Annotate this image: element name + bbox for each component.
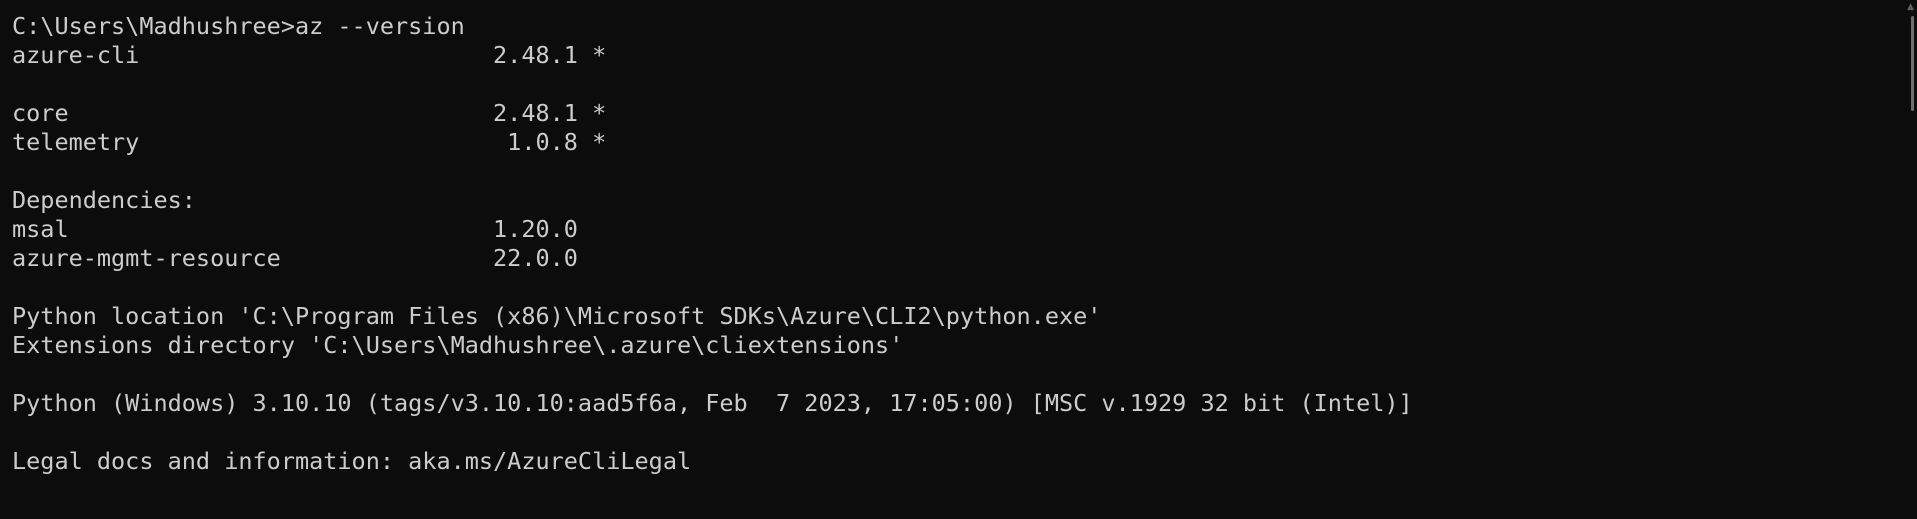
terminal-line: Dependencies: [12, 186, 196, 214]
terminal-window[interactable]: C:\Users\Madhushree>az --version azure-cl… [0, 0, 1917, 519]
terminal-line: telemetry 1.0.8 * [12, 128, 607, 156]
terminal-line: azure-mgmt-resource 22.0.0 [12, 244, 578, 272]
terminal-line: Legal docs and information: aka.ms/Azure… [12, 447, 692, 475]
vertical-scrollbar[interactable]: ▲ [1903, 0, 1917, 519]
terminal-output: C:\Users\Madhushree>az --version azure-cl… [12, 12, 1413, 476]
scroll-up-arrow-icon[interactable]: ▲ [1907, 2, 1914, 12]
terminal-line: Extensions directory 'C:\Users\Madhushre… [12, 331, 904, 359]
terminal-line: azure-cli 2.48.1 * [12, 41, 607, 69]
scrollbar-thumb[interactable] [1911, 16, 1914, 111]
terminal-line-command: C:\Users\Madhushree>az --version [12, 12, 465, 40]
terminal-line: Python location 'C:\Program Files (x86)\… [12, 302, 1102, 330]
terminal-line: Python (Windows) 3.10.10 (tags/v3.10.10:… [12, 389, 1413, 417]
terminal-line: msal 1.20.0 [12, 215, 578, 243]
terminal-line: core 2.48.1 * [12, 99, 607, 127]
